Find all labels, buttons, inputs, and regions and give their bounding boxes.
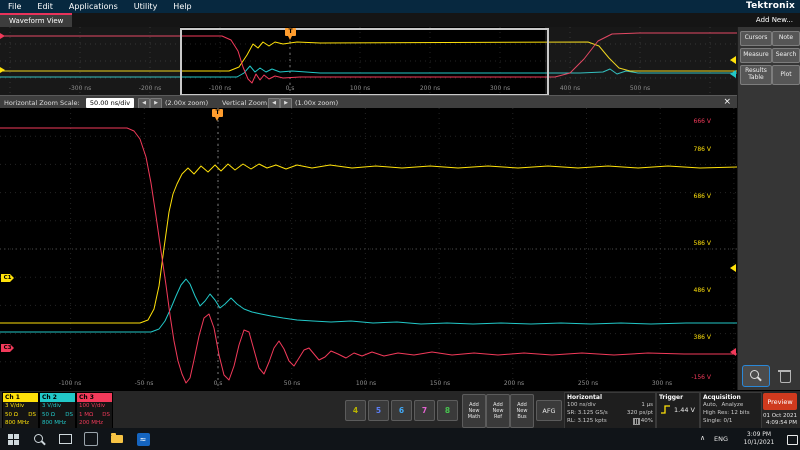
notification-center-icon[interactable] (784, 428, 800, 450)
trigger-label: T (288, 28, 292, 35)
cursors-button[interactable]: Cursors (740, 31, 772, 46)
trigger-title: Trigger (657, 393, 699, 401)
preview-button[interactable]: Preview (763, 393, 797, 410)
channel-6-button[interactable]: 6 (391, 400, 412, 421)
horizontal-settings-panel[interactable]: Horizontal 100 ns/div1 μs SR: 3.125 GS/s… (564, 392, 656, 430)
rising-edge-icon (660, 405, 671, 414)
search-button[interactable]: Search (772, 48, 800, 63)
windows-logo-icon (8, 434, 19, 445)
time-label: 0 s (286, 85, 295, 92)
app-icon[interactable] (78, 428, 104, 450)
taskbar-chevron-icon[interactable]: ∧ (700, 434, 705, 442)
menu-help[interactable]: Help (165, 2, 199, 11)
v-zoom-factor-label: (1.00x zoom) (295, 99, 338, 107)
h-zoom-scale-label: Horizontal Zoom Scale: (4, 99, 80, 107)
time-label: 200 ns (504, 380, 524, 387)
trigger-settings-panel[interactable]: Trigger 1.44 V (656, 392, 700, 430)
magnifier-handle (757, 376, 762, 381)
overview-trigger-marker[interactable]: T (285, 28, 296, 36)
main-waveform-view[interactable]: T C1 C3 666 V786 V686 V586 V486 V386 V-1… (0, 108, 737, 390)
record-view-icon (633, 418, 640, 425)
menu-file[interactable]: File (0, 2, 29, 11)
time-label: 100 ns (356, 380, 376, 387)
time-label: 150 ns (430, 380, 450, 387)
time-label: 100 ns (350, 85, 370, 92)
right-sidebar: Cursors Note Measure Search Results Tabl… (737, 27, 800, 390)
main-trigger-marker[interactable]: T (212, 109, 223, 117)
time-label: 300 ns (490, 85, 510, 92)
overview-waveform-view[interactable]: T -300 ns -200 ns -100 ns 0 s 100 ns 200 ns 30… (0, 27, 737, 95)
bottom-control-bar: Ch 1 3 V/div 50 ΩDS 800 MHz Ch 2 3 V/div… (0, 390, 800, 429)
scope-app-icon[interactable]: ≈ (130, 428, 156, 450)
time-label: 0 s (214, 380, 223, 387)
time-label: -200 ns (139, 85, 161, 92)
time-label: 50 ns (284, 380, 300, 387)
channel-7-button[interactable]: 7 (414, 400, 435, 421)
time-label: 200 ns (420, 85, 440, 92)
channel-5-button[interactable]: 5 (368, 400, 389, 421)
note-button[interactable]: Note (772, 31, 800, 46)
tab-label: Waveform View (9, 17, 63, 25)
menu-utility[interactable]: Utility (126, 2, 166, 11)
horizontal-title: Horizontal (565, 393, 655, 401)
time-label: 250 ns (578, 380, 598, 387)
time-label: 500 ns (630, 85, 650, 92)
menu-edit[interactable]: Edit (29, 2, 61, 11)
trash-body (780, 372, 791, 383)
add-new-bus-button[interactable]: Add New Bus (510, 394, 534, 428)
time-label: -300 ns (69, 85, 91, 92)
channel-3-badge[interactable]: Ch 3 100 V/div 1 MΩDS 200 MHz (76, 392, 113, 430)
trigger-level-value: 1.44 V (674, 406, 695, 414)
results-table-button[interactable]: Results Table (740, 65, 772, 85)
oscilloscope-screen: File Edit Applications Utility Help Tekt… (0, 0, 800, 450)
search-icon[interactable] (26, 428, 52, 450)
channel-3-name: Ch 3 (77, 393, 112, 402)
v-zoom-label: Vertical Zoom (222, 99, 267, 107)
channel-1-name: Ch 1 (3, 393, 38, 402)
zoom-tool-button[interactable] (742, 365, 770, 387)
plot-button[interactable]: Plot (772, 65, 800, 85)
channel-8-button[interactable]: 8 (437, 400, 458, 421)
channel-2-badge[interactable]: Ch 2 3 V/div 50 ΩDS 800 MHz (39, 392, 76, 430)
menu-bar: File Edit Applications Utility Help Tekt… (0, 0, 800, 13)
add-new-ref-button[interactable]: Add New Ref (486, 394, 510, 428)
overview-time-axis: -300 ns -200 ns -100 ns 0 s 100 ns 200 ns 300 … (0, 27, 737, 95)
trigger-label: T (215, 109, 219, 116)
measure-button[interactable]: Measure (740, 48, 772, 63)
channel-2-name: Ch 2 (40, 393, 75, 402)
start-button[interactable] (0, 428, 26, 450)
acquisition-title: Acquisition (701, 393, 761, 401)
h-zoom-factor-label: (2.00x zoom) (165, 99, 208, 107)
menu-applications[interactable]: Applications (61, 2, 126, 11)
time-label: -100 ns (59, 380, 81, 387)
close-zoom-icon[interactable]: × (723, 97, 731, 107)
tektronix-logo: Tektronix (746, 1, 795, 11)
tab-row: Waveform View Add New... (0, 13, 800, 28)
time-label: -100 ns (209, 85, 231, 92)
add-new-button[interactable]: Add New... (756, 16, 793, 24)
channel-1-badge[interactable]: Ch 1 3 V/div 50 ΩDS 800 MHz (2, 392, 39, 430)
channel-4-button[interactable]: 4 (345, 400, 366, 421)
time-label: -50 ns (135, 380, 154, 387)
afg-button[interactable]: AFG (536, 400, 562, 421)
h-zoom-scale-input[interactable]: 50.00 ns/div (86, 98, 134, 108)
time-label: 300 ns (652, 380, 672, 387)
task-view-icon[interactable] (52, 428, 78, 450)
main-time-axis: -100 ns -50 ns 0 s 50 ns 100 ns 150 ns 200 ns 2… (0, 108, 737, 390)
add-new-math-button[interactable]: Add New Math (462, 394, 486, 428)
scope-datetime: 01 Oct 2021 4:09:54 PM (752, 413, 797, 427)
time-label: 400 ns (560, 85, 580, 92)
language-indicator[interactable]: ENG (714, 435, 728, 443)
trash-icon[interactable] (776, 366, 794, 384)
windows-taskbar: ≈ ∧ ENG 3:09 PM 10/1/2021 (0, 428, 800, 450)
file-explorer-icon[interactable] (104, 428, 130, 450)
taskbar-clock[interactable]: 3:09 PM 10/1/2021 (738, 431, 780, 447)
